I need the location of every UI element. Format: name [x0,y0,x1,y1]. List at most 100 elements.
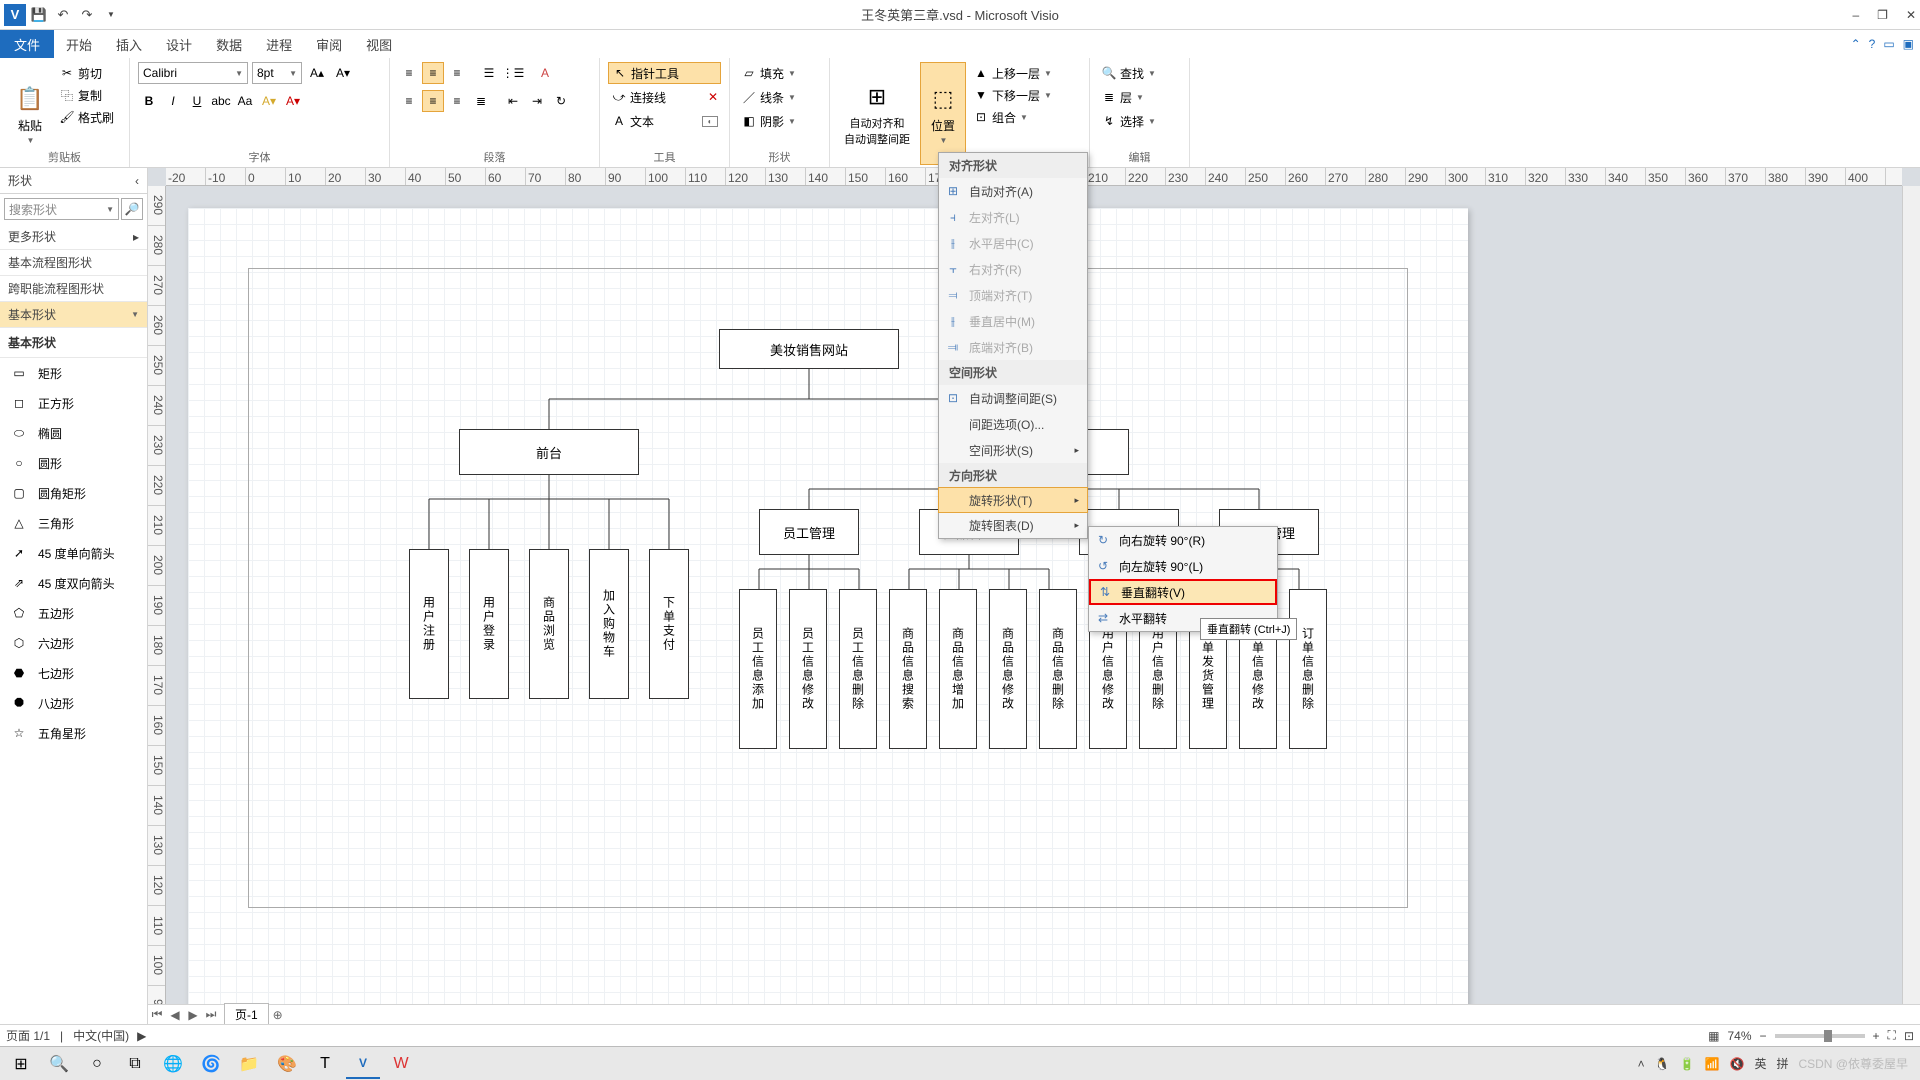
shape-item[interactable]: ➚45 度单向箭头 [0,538,147,568]
volume-icon[interactable]: 🔇 [1729,1057,1744,1071]
visio-icon[interactable]: V [4,4,26,26]
copy-button[interactable]: ⿻复制 [56,84,117,106]
undo-icon[interactable]: ↶ [52,4,74,26]
shape-item[interactable]: ☆五角星形 [0,718,147,748]
maximize-button[interactable]: ❐ [1877,8,1888,22]
group-button[interactable]: ⊡组合▼ [970,106,1055,128]
shape-item[interactable]: ⯃八边形 [0,688,147,718]
line-button[interactable]: ／线条▼ [738,86,821,108]
leaf-node[interactable]: 订单信息删除 [1289,589,1327,749]
qat-dropdown-icon[interactable]: ▼ [100,4,122,26]
leaf-node[interactable]: 用户登录 [469,549,509,699]
save-icon[interactable]: 💾 [28,4,50,26]
align-center-button[interactable]: ≡ [422,90,444,112]
cat-basic-flowchart[interactable]: 基本流程图形状 [0,250,147,276]
search-taskbar-icon[interactable]: 🔍 [42,1049,76,1079]
leaf-node[interactable]: 下单支付 [649,549,689,699]
strike-button[interactable]: abc [210,90,232,112]
leaf-node[interactable]: 加入购物车 [589,549,629,699]
text-case-button[interactable]: Aa [234,90,256,112]
bullets-button[interactable]: ☰ [478,62,500,84]
zoom-out-button[interactable]: − [1760,1029,1767,1043]
format-painter-button[interactable]: 🖌格式刷 [56,106,117,128]
dd-rotate-shapes[interactable]: 旋转形状(T)▸ [938,487,1088,513]
shadow-button[interactable]: ◧阴影▼ [738,110,821,132]
font-name-combo[interactable]: Calibri▼ [138,62,248,84]
align-middle-button[interactable]: ≡ [422,62,444,84]
rotate-text-button[interactable]: ↻ [550,90,572,112]
cortana-icon[interactable]: ○ [80,1049,114,1079]
dd-space-shapes[interactable]: 空间形状(S)▸ [939,437,1087,463]
layers-button[interactable]: ≣层▼ [1098,86,1181,108]
nav-prev-icon[interactable]: ◀ [166,1008,184,1022]
cat-basic-shapes[interactable]: 基本形状▼ [0,302,147,328]
shape-item[interactable]: ▢圆角矩形 [0,478,147,508]
align-left-button[interactable]: ≡ [398,90,420,112]
leaf-node[interactable]: 商品浏览 [529,549,569,699]
leaf-node[interactable]: 商品信息搜索 [889,589,927,749]
more-shapes-button[interactable]: 更多形状▸ [0,224,147,250]
sm-rotate-right[interactable]: ↻向右旋转 90°(R) [1089,527,1277,553]
italic-button[interactable]: I [162,90,184,112]
visio-taskbar-icon[interactable]: V [346,1049,380,1079]
search-shapes-input[interactable]: 搜索形状▼ [4,198,119,220]
tab-data[interactable]: 数据 [204,31,254,58]
explorer-icon[interactable]: 📁 [232,1049,266,1079]
dd-auto-align[interactable]: ⊞自动对齐(A) [939,178,1087,204]
select-button[interactable]: ↯选择▼ [1098,110,1181,132]
battery-icon[interactable]: 🔋 [1680,1057,1695,1071]
presentation-icon[interactable]: ▦ [1708,1029,1719,1043]
sm-flip-vertical[interactable]: ⇅垂直翻转(V) [1089,579,1277,605]
scrollbar-vertical[interactable] [1902,186,1920,1032]
leaf-node[interactable]: 员工信息删除 [839,589,877,749]
tab-review[interactable]: 审阅 [304,31,354,58]
dd-middle-v[interactable]: ⫲垂直居中(M) [939,308,1087,334]
collapse-icon[interactable]: ‹ [135,174,139,188]
font-size-combo[interactable]: 8pt▼ [252,62,302,84]
increase-indent-button[interactable]: ⇥ [526,90,548,112]
leaf-node[interactable]: 员工信息添加 [739,589,777,749]
zoom-slider[interactable] [1775,1034,1865,1038]
dd-rotate-diagram[interactable]: 旋转图表(D)▸ [939,512,1087,538]
task-view-icon[interactable]: ⧉ [118,1049,152,1079]
leaf-node[interactable]: 商品信息删除 [1039,589,1077,749]
shape-item[interactable]: ⇗45 度双向箭头 [0,568,147,598]
redo-icon[interactable]: ↷ [76,4,98,26]
shape-item[interactable]: ⬣七边形 [0,658,147,688]
dd-align-bottom[interactable]: ⫥底端对齐(B) [939,334,1087,360]
minimize-button[interactable]: – [1852,8,1859,22]
auto-align-button[interactable]: ⊞ 自动对齐和 自动调整间距 [838,62,916,165]
macro-icon[interactable]: ▶ [137,1029,146,1043]
send-backward-button[interactable]: ▼下移一层▼ [970,84,1055,106]
leaf-node[interactable]: 员工信息修改 [789,589,827,749]
shape-item[interactable]: ⬭椭圆 [0,418,147,448]
fullscreen-icon[interactable]: ⊡ [1904,1029,1914,1043]
dd-align-top[interactable]: ⫤顶端对齐(T) [939,282,1087,308]
tray-app-icon[interactable]: 🐧 [1655,1057,1670,1071]
app1-icon[interactable]: 🎨 [270,1049,304,1079]
tab-home[interactable]: 开始 [54,31,104,58]
zoom-level[interactable]: 74% [1727,1029,1751,1043]
nav-first-icon[interactable]: ⏮ [148,1007,166,1022]
align-right-button[interactable]: ≡ [446,90,468,112]
tab-insert[interactable]: 插入 [104,31,154,58]
tab-design[interactable]: 设计 [154,31,204,58]
connector-tool-button[interactable]: ⤻连接线✕ [608,86,721,108]
shape-item[interactable]: ◻正方形 [0,388,147,418]
tray-up-icon[interactable]: ˄ [1638,1057,1645,1071]
decrease-font-icon[interactable]: A▾ [332,62,354,84]
edge-icon[interactable]: 🌀 [194,1049,228,1079]
clear-format-button[interactable]: A [534,62,556,84]
dd-space-opts[interactable]: 间距选项(O)... [939,411,1087,437]
search-button[interactable]: 🔎 [121,198,143,220]
pointer-tool-button[interactable]: ↖指针工具 [608,62,721,84]
bring-forward-button[interactable]: ▲上移一层▼ [970,62,1055,84]
dd-align-right[interactable]: ⫟右对齐(R) [939,256,1087,282]
leaf-node[interactable]: 商品信息修改 [989,589,1027,749]
dd-center-h[interactable]: ⫲水平居中(C) [939,230,1087,256]
close-button[interactable]: ✕ [1906,8,1916,22]
tab-process[interactable]: 进程 [254,31,304,58]
start-button[interactable]: ⊞ [4,1049,38,1079]
wps-icon[interactable]: W [384,1049,418,1079]
ime-indicator2[interactable]: 拼 [1776,1055,1788,1072]
